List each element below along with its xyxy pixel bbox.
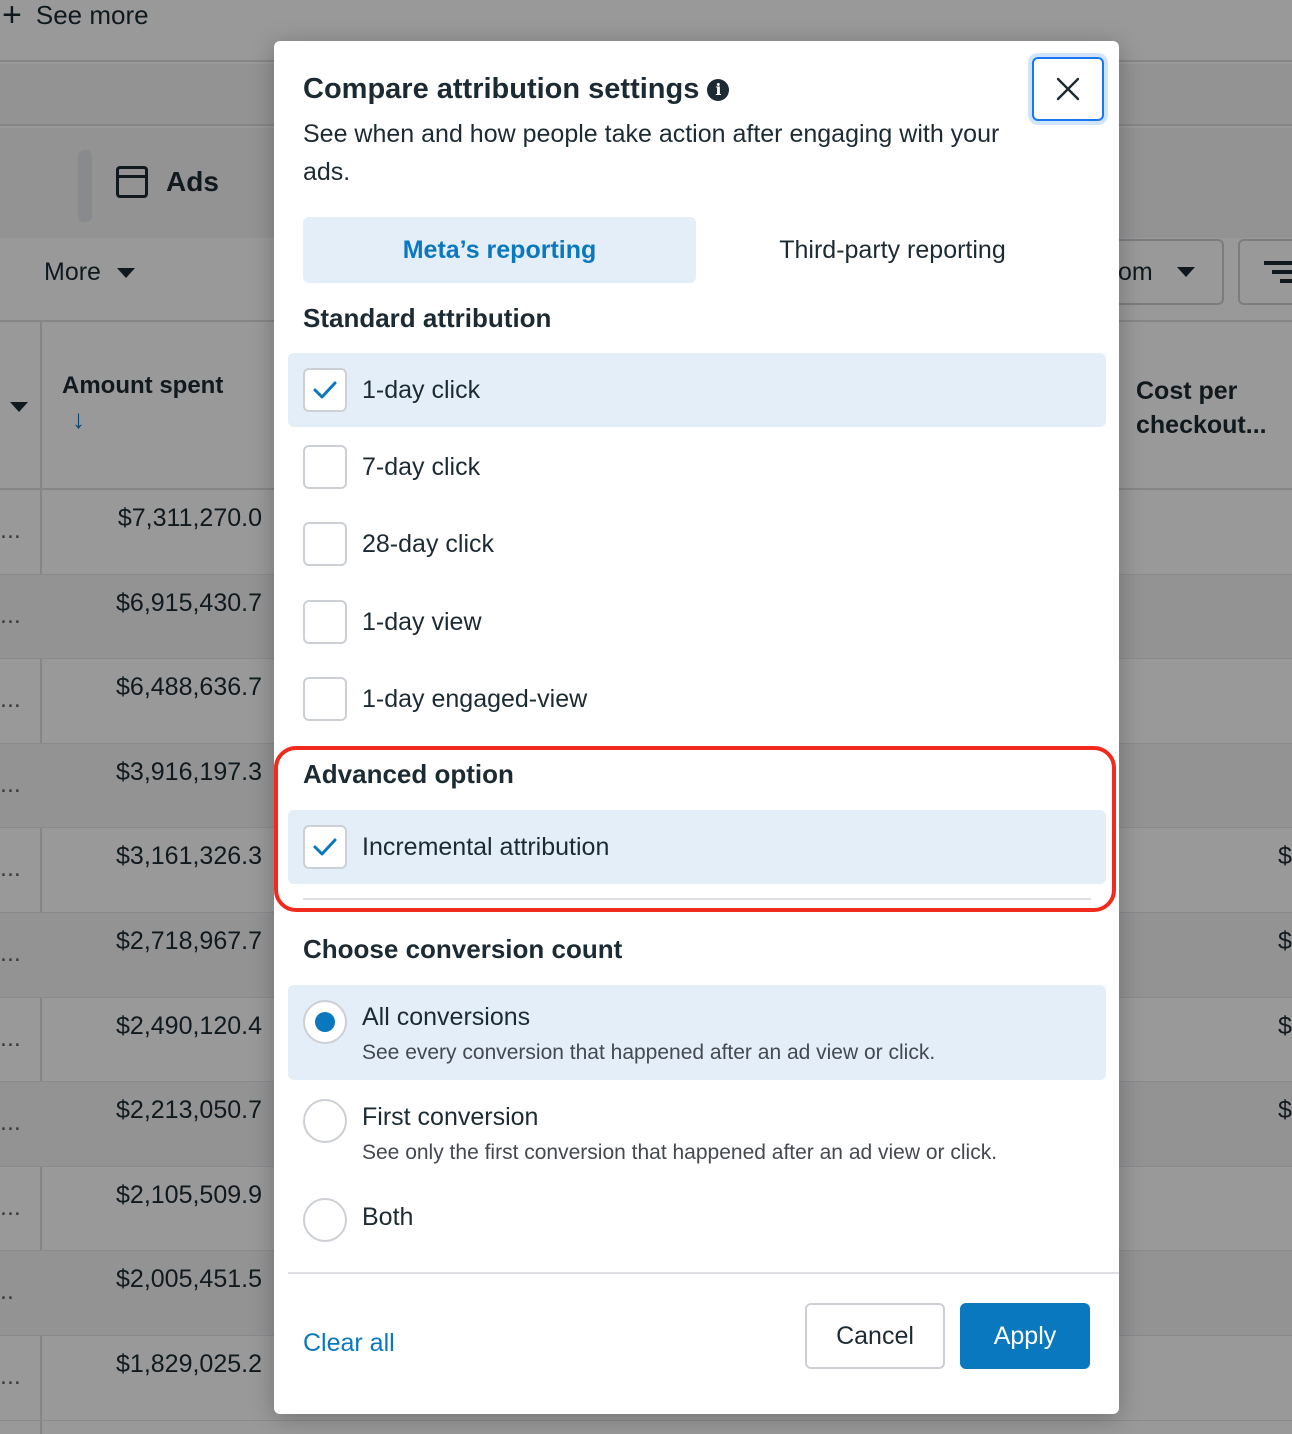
option-1-day-click[interactable]: 1-day click [288, 353, 1106, 427]
radio-option-first-conversion[interactable]: First conversion See only the first conv… [288, 1085, 1106, 1180]
option-7-day-click[interactable]: 7-day click [288, 430, 1106, 504]
option-incremental-attribution[interactable]: Incremental attribution [288, 810, 1106, 884]
radio-title: All conversions [362, 1003, 531, 1031]
checkbox-checked[interactable] [303, 825, 347, 869]
clear-all-link[interactable]: Clear all [303, 1329, 395, 1358]
option-label: 7-day click [362, 452, 481, 481]
checkbox[interactable] [303, 522, 347, 566]
option-28-day-click[interactable]: 28-day click [288, 507, 1106, 581]
section-divider [303, 898, 1091, 900]
checkmark-icon [313, 381, 337, 399]
option-label: 1-day view [362, 607, 482, 636]
radio-description: See only the first conversion that happe… [362, 1141, 998, 1164]
checkmark-icon [313, 838, 337, 856]
footer-divider [288, 1272, 1119, 1274]
info-icon[interactable]: i [707, 78, 730, 101]
dialog-title-text: Compare attribution settings [303, 73, 700, 105]
option-label: 1-day engaged-view [362, 684, 588, 713]
option-label: 28-day click [362, 529, 494, 558]
option-label: 1-day click [362, 375, 481, 404]
option-1-day-view[interactable]: 1-day view [288, 585, 1106, 659]
dialog-subtitle: See when and how people take action afte… [303, 120, 1000, 186]
tab-third-party-reporting[interactable]: Third-party reporting [696, 217, 1089, 283]
option-1-day-engaged-view[interactable]: 1-day engaged-view [288, 662, 1106, 736]
standard-attribution-heading: Standard attribution [303, 303, 552, 333]
conversion-count-heading: Choose conversion count [303, 934, 623, 964]
checkbox-checked[interactable] [303, 368, 347, 412]
checkbox[interactable] [303, 600, 347, 644]
dialog-title: Compare attribution settings i [303, 73, 730, 106]
checkbox[interactable] [303, 445, 347, 489]
reporting-tabs: Meta’s reporting Third-party reporting [303, 217, 1089, 283]
advanced-option-heading: Advanced option [303, 759, 514, 789]
option-label: Incremental attribution [362, 832, 610, 861]
radio-button[interactable] [303, 1198, 347, 1242]
close-icon [1056, 77, 1080, 101]
close-button[interactable] [1032, 57, 1104, 121]
radio-button-selected[interactable] [303, 1000, 347, 1044]
radio-button[interactable] [303, 1099, 347, 1143]
radio-option-both[interactable]: Both [288, 1185, 1106, 1255]
radio-title: Both [362, 1203, 414, 1231]
radio-description: See every conversion that happened after… [362, 1041, 936, 1064]
tab-metas-reporting[interactable]: Meta’s reporting [303, 217, 696, 283]
radio-title: First conversion [362, 1103, 539, 1131]
cancel-button[interactable]: Cancel [805, 1303, 945, 1369]
apply-button[interactable]: Apply [960, 1303, 1090, 1369]
checkbox[interactable] [303, 677, 347, 721]
radio-option-all-conversions[interactable]: All conversions See every conversion tha… [288, 985, 1106, 1080]
attribution-settings-dialog: Compare attribution settings i See when … [274, 41, 1119, 1414]
